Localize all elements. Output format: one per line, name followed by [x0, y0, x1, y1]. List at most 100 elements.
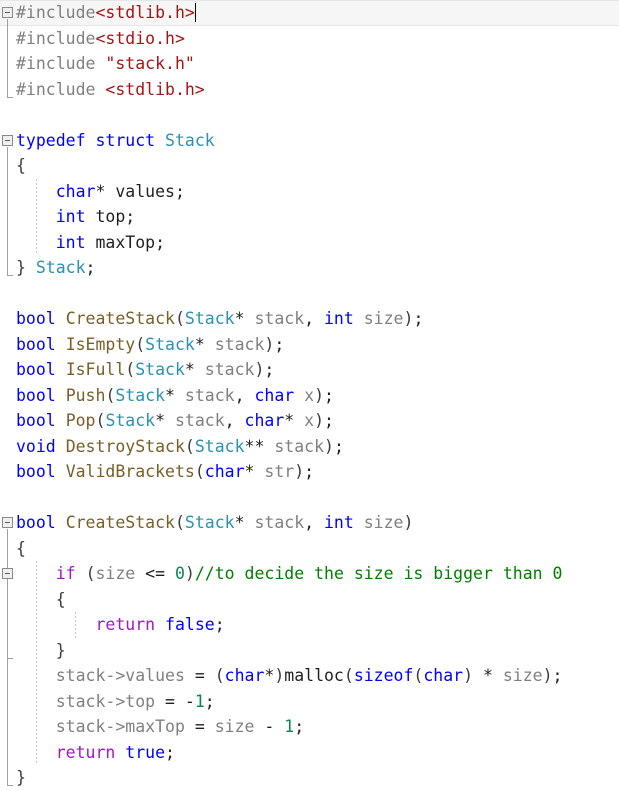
- code-line-text: bool Pop(Stack* stack, char* x);: [16, 408, 334, 434]
- code-token: Stack: [105, 411, 156, 430]
- code-line-text: stack->maxTop = size - 1;: [16, 714, 304, 740]
- code-line[interactable]: bool IsEmpty(Stack* stack);: [0, 332, 619, 358]
- code-token: ;: [324, 385, 334, 405]
- code-token: ;: [552, 666, 563, 685]
- code-token: (: [174, 513, 185, 532]
- code-line[interactable]: bool CreateStack(Stack* stack, int size): [0, 510, 619, 536]
- code-token: Stack: [115, 385, 166, 405]
- code-token: bool: [16, 334, 56, 354]
- code-token: stack: [174, 411, 225, 430]
- code-token: *: [165, 385, 185, 405]
- code-token: #include: [16, 54, 106, 73]
- code-line-text: int top;: [16, 204, 135, 230]
- code-token: ): [314, 411, 325, 430]
- code-line[interactable]: [0, 485, 619, 511]
- code-token: *: [234, 513, 255, 532]
- code-token: {: [16, 589, 66, 609]
- code-line-text: bool IsFull(Stack* stack);: [16, 357, 274, 383]
- code-token: *: [184, 360, 205, 379]
- code-line[interactable]: } Stack;: [0, 255, 619, 281]
- code-token: size: [502, 666, 543, 685]
- code-line[interactable]: stack->maxTop = size - 1;: [0, 714, 619, 740]
- code-token: bool: [16, 309, 56, 328]
- code-line[interactable]: stack->values = (char*)malloc(sizeof(cha…: [0, 663, 619, 689]
- code-line[interactable]: bool IsFull(Stack* stack);: [0, 357, 619, 383]
- code-line[interactable]: {: [0, 536, 619, 562]
- code-line-text: {: [16, 587, 66, 613]
- code-line-text: int maxTop;: [16, 230, 165, 256]
- code-line[interactable]: stack->top = -1;: [0, 689, 619, 715]
- code-token: 1: [194, 691, 205, 711]
- code-token: Push: [65, 385, 106, 405]
- code-token: ): [254, 360, 265, 379]
- code-token: ): [403, 513, 414, 532]
- code-token: IsEmpty: [65, 334, 136, 354]
- code-token: CreateStack: [65, 309, 175, 328]
- code-token: stack->top: [55, 691, 156, 711]
- code-line-text: #include<stdio.h>: [16, 26, 185, 52]
- code-token: char: [204, 462, 245, 481]
- code-line[interactable]: #include<stdlib.h>: [0, 0, 619, 26]
- code-line[interactable]: char* values;: [0, 179, 619, 205]
- code-line[interactable]: #include <stdlib.h>: [0, 77, 619, 103]
- code-line-text: stack->top = -1;: [16, 689, 215, 715]
- code-token: sizeof: [353, 666, 414, 685]
- code-line[interactable]: bool Push(Stack* stack, char x);: [0, 383, 619, 409]
- code-token: (: [343, 666, 354, 685]
- code-token: -: [184, 691, 195, 711]
- code-token: char: [254, 385, 295, 405]
- code-token: ;: [85, 258, 96, 277]
- code-token: "stack.h": [105, 54, 195, 73]
- code-token: ;: [274, 334, 285, 354]
- code-token: size: [363, 309, 404, 328]
- code-line[interactable]: }: [0, 638, 619, 664]
- code-line-text: {: [16, 536, 26, 562]
- code-token: ;: [214, 615, 225, 634]
- code-token: size: [214, 717, 255, 736]
- code-editor[interactable]: #include<stdlib.h> #include<stdio.h> #incl…: [0, 0, 619, 790]
- code-line[interactable]: [0, 102, 619, 128]
- code-token: ): [184, 564, 195, 583]
- code-line[interactable]: int maxTop;: [0, 230, 619, 256]
- code-token: (: [413, 666, 424, 685]
- code-token: #include: [16, 3, 96, 22]
- code-line[interactable]: }: [0, 765, 619, 791]
- code-line[interactable]: [0, 281, 619, 307]
- code-token: (: [214, 666, 225, 685]
- code-token: DestroyStack: [65, 436, 185, 456]
- code-line[interactable]: int top;: [0, 204, 619, 230]
- code-token: *: [234, 309, 255, 328]
- code-token: char: [55, 181, 96, 201]
- code-line[interactable]: bool ValidBrackets(char* str);: [0, 459, 619, 485]
- code-token: typedef struct: [16, 130, 166, 150]
- code-line[interactable]: if (size <= 0)//to decide the size is bi…: [0, 561, 619, 587]
- code-token: }: [16, 258, 36, 277]
- code-token: *: [284, 411, 305, 430]
- indent-guide: [35, 178, 37, 255]
- code-line[interactable]: {: [0, 587, 619, 613]
- code-token: x: [304, 411, 315, 430]
- code-line[interactable]: return true;: [0, 740, 619, 766]
- code-line[interactable]: bool Pop(Stack* stack, char* x);: [0, 408, 619, 434]
- code-token: int: [55, 232, 86, 252]
- code-token: ;: [165, 742, 175, 762]
- code-line[interactable]: #include<stdio.h>: [0, 26, 619, 52]
- code-token: {: [16, 538, 26, 558]
- code-token: ;: [174, 181, 185, 201]
- code-line[interactable]: bool CreateStack(Stack* stack, int size)…: [0, 306, 619, 332]
- code-token: stack: [254, 513, 305, 532]
- code-token: Stack: [145, 334, 195, 354]
- code-line[interactable]: return false;: [0, 612, 619, 638]
- code-token: ): [463, 666, 474, 685]
- code-token: char: [244, 411, 285, 430]
- code-line[interactable]: void DestroyStack(Stack** stack);: [0, 434, 619, 460]
- code-line[interactable]: typedef struct Stack: [0, 128, 619, 154]
- code-line[interactable]: #include "stack.h": [0, 51, 619, 77]
- code-line[interactable]: {: [0, 153, 619, 179]
- indent-guide: [75, 612, 77, 638]
- code-token: Stack: [184, 513, 235, 532]
